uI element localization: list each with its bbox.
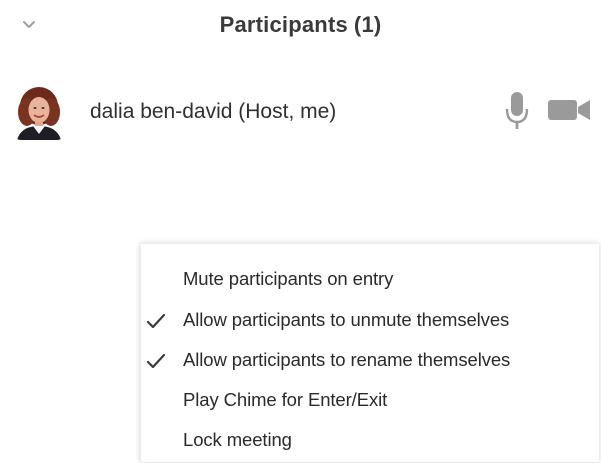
panel-title: Participants (1) — [0, 12, 601, 38]
participants-more-menu: Mute participants on entry Allow partici… — [140, 243, 599, 462]
microphone-icon[interactable] — [504, 90, 530, 132]
menu-item-label: Mute participants on entry — [183, 268, 394, 289]
menu-item-label: Allow participants to unmute themselves — [183, 309, 510, 330]
video-camera-icon[interactable] — [546, 98, 592, 122]
avatar — [13, 84, 65, 140]
checkmark-icon — [146, 313, 166, 329]
participant-count: (1) — [353, 12, 382, 37]
participants-panel-header: Participants (1) — [0, 0, 601, 56]
checkmark-icon — [146, 353, 166, 369]
menu-item-allow-unmute[interactable]: Allow participants to unmute themselves — [141, 301, 599, 341]
menu-item-mute-on-entry[interactable]: Mute participants on entry — [141, 260, 599, 300]
participant-row[interactable]: dalia ben-david (Host, me) — [0, 82, 601, 142]
participant-name: dalia ben-david (Host, me) — [90, 100, 337, 123]
menu-item-label: Lock meeting — [183, 429, 292, 450]
panel-title-text: Participants — [219, 12, 348, 37]
menu-item-lock-meeting[interactable]: Lock meeting — [141, 421, 599, 461]
menu-item-label: Play Chime for Enter/Exit — [183, 389, 388, 410]
menu-item-play-chime[interactable]: Play Chime for Enter/Exit — [141, 381, 599, 421]
menu-item-label: Allow participants to rename themselves — [183, 349, 511, 370]
menu-item-allow-rename[interactable]: Allow participants to rename themselves — [141, 341, 599, 381]
